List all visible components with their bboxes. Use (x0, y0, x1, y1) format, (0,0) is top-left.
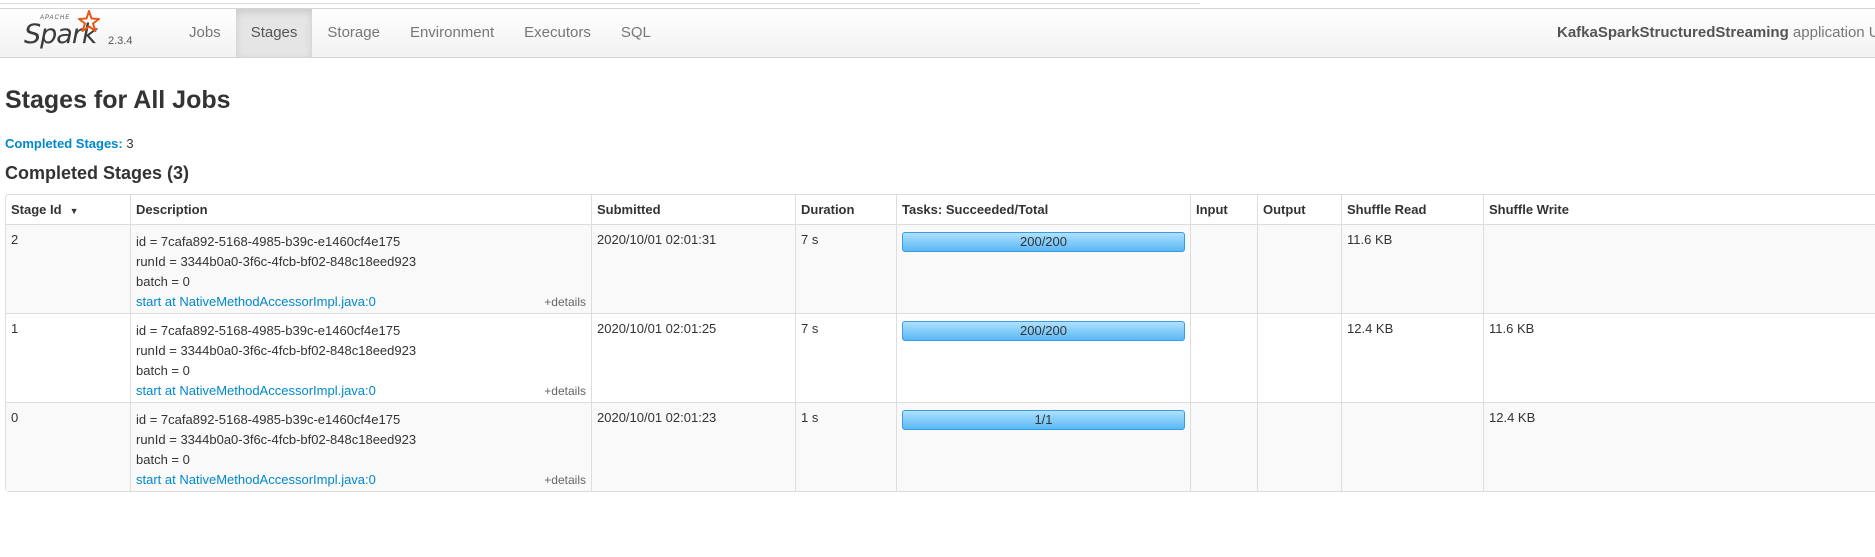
stage-detail-link[interactable]: start at NativeMethodAccessorImpl.java:0 (136, 292, 586, 312)
cell-description: id = 7cafa892-5168-4985-b39c-e1460cf4e17… (130, 224, 591, 313)
tab-sql[interactable]: SQL (606, 9, 666, 57)
desc-id: id = 7cafa892-5168-4985-b39c-e1460cf4e17… (136, 412, 401, 427)
cell-duration: 7 s (795, 224, 896, 313)
cell-shuffle-write (1483, 224, 1875, 313)
tab-stages[interactable]: Stages (235, 9, 313, 57)
details-toggle[interactable]: +details (544, 292, 586, 312)
spark-star-icon (78, 10, 100, 32)
cell-stage-id: 1 (6, 313, 130, 402)
desc-batch: batch = 0 (136, 452, 190, 467)
stage-detail-link[interactable]: start at NativeMethodAccessorImpl.java:0 (136, 470, 586, 490)
tab-jobs[interactable]: Jobs (174, 9, 236, 57)
sort-desc-icon: ▼ (69, 206, 79, 216)
cell-description: id = 7cafa892-5168-4985-b39c-e1460cf4e17… (130, 402, 591, 491)
header-stage-id-label: Stage Id (11, 202, 62, 217)
desc-id: id = 7cafa892-5168-4985-b39c-e1460cf4e17… (136, 323, 401, 338)
cell-shuffle-read: 12.4 KB (1341, 313, 1483, 402)
header-tasks[interactable]: Tasks: Succeeded/Total (896, 195, 1190, 224)
cell-output (1257, 224, 1341, 313)
header-submitted[interactable]: Submitted (591, 195, 795, 224)
application-name-bold: KafkaSparkStructuredStreaming (1557, 24, 1789, 41)
cell-duration: 1 s (795, 402, 896, 491)
header-duration[interactable]: Duration (795, 195, 896, 224)
page-title: Stages for All Jobs (5, 86, 231, 114)
table-row: 2 id = 7cafa892-5168-4985-b39c-e1460cf4e… (6, 224, 1875, 313)
tab-storage[interactable]: Storage (312, 9, 395, 57)
completed-stages-table: Stage Id ▼ Description Submitted Duration… (5, 194, 1875, 492)
cell-duration: 7 s (795, 313, 896, 402)
cell-stage-id: 0 (6, 402, 130, 491)
cell-output (1257, 313, 1341, 402)
nav-tabs: Jobs Stages Storage Environment Executor… (174, 9, 666, 57)
desc-batch: batch = 0 (136, 363, 190, 378)
cell-submitted: 2020/10/01 02:01:31 (591, 224, 795, 313)
cell-shuffle-read: 11.6 KB (1341, 224, 1483, 313)
header-shuffle-write[interactable]: Shuffle Write (1483, 195, 1875, 224)
cell-input (1190, 224, 1257, 313)
cell-input (1190, 313, 1257, 402)
cell-shuffle-write: 11.6 KB (1483, 313, 1875, 402)
cell-stage-id: 2 (6, 224, 130, 313)
tab-executors[interactable]: Executors (509, 9, 606, 57)
cell-shuffle-read (1341, 402, 1483, 491)
table-row: 0 id = 7cafa892-5168-4985-b39c-e1460cf4e… (6, 402, 1875, 491)
cell-description: id = 7cafa892-5168-4985-b39c-e1460cf4e17… (130, 313, 591, 402)
tasks-progress-bar: 200/200 (902, 321, 1185, 341)
stage-summary: Completed Stages: 3 (5, 136, 134, 151)
cell-submitted: 2020/10/01 02:01:25 (591, 313, 795, 402)
details-toggle[interactable]: +details (544, 381, 586, 401)
details-toggle[interactable]: +details (544, 470, 586, 490)
desc-runid: runId = 3344b0a0-3f6c-4fcb-bf02-848c18ee… (136, 432, 417, 447)
completed-stages-link[interactable]: Completed Stages: (5, 136, 123, 151)
desc-id: id = 7cafa892-5168-4985-b39c-e1460cf4e17… (136, 234, 401, 249)
cell-input (1190, 402, 1257, 491)
application-name: KafkaSparkStructuredStreaming applicatio… (1557, 9, 1875, 57)
spark-logo[interactable]: APACHE Spark 2.3.4 (24, 9, 144, 57)
header-description[interactable]: Description (130, 195, 591, 224)
desc-runid: runId = 3344b0a0-3f6c-4fcb-bf02-848c18ee… (136, 343, 417, 358)
table-row: 1 id = 7cafa892-5168-4985-b39c-e1460cf4e… (6, 313, 1875, 402)
application-name-suffix: application U (1788, 24, 1875, 41)
spark-version: 2.3.4 (108, 35, 133, 47)
tab-environment[interactable]: Environment (395, 9, 509, 57)
navbar: APACHE Spark 2.3.4 Jobs Stages Storage E… (0, 8, 1875, 58)
cell-submitted: 2020/10/01 02:01:23 (591, 402, 795, 491)
desc-batch: batch = 0 (136, 274, 190, 289)
completed-stages-count: 3 (126, 136, 134, 151)
cell-shuffle-write: 12.4 KB (1483, 402, 1875, 491)
cell-output (1257, 402, 1341, 491)
stage-detail-link[interactable]: start at NativeMethodAccessorImpl.java:0 (136, 381, 586, 401)
desc-runid: runId = 3344b0a0-3f6c-4fcb-bf02-848c18ee… (136, 254, 417, 269)
header-shuffle-read[interactable]: Shuffle Read (1341, 195, 1483, 224)
top-border (0, 0, 1200, 4)
tasks-progress-bar: 200/200 (902, 232, 1185, 252)
completed-stages-heading: Completed Stages (3) (5, 163, 190, 183)
header-input[interactable]: Input (1190, 195, 1257, 224)
cell-tasks: 200/200 (896, 313, 1190, 402)
cell-tasks: 1/1 (896, 402, 1190, 491)
cell-tasks: 200/200 (896, 224, 1190, 313)
tasks-progress-bar: 1/1 (902, 410, 1185, 430)
header-output[interactable]: Output (1257, 195, 1341, 224)
table-header-row: Stage Id ▼ Description Submitted Duration… (6, 195, 1875, 224)
header-stage-id[interactable]: Stage Id ▼ (6, 195, 130, 224)
